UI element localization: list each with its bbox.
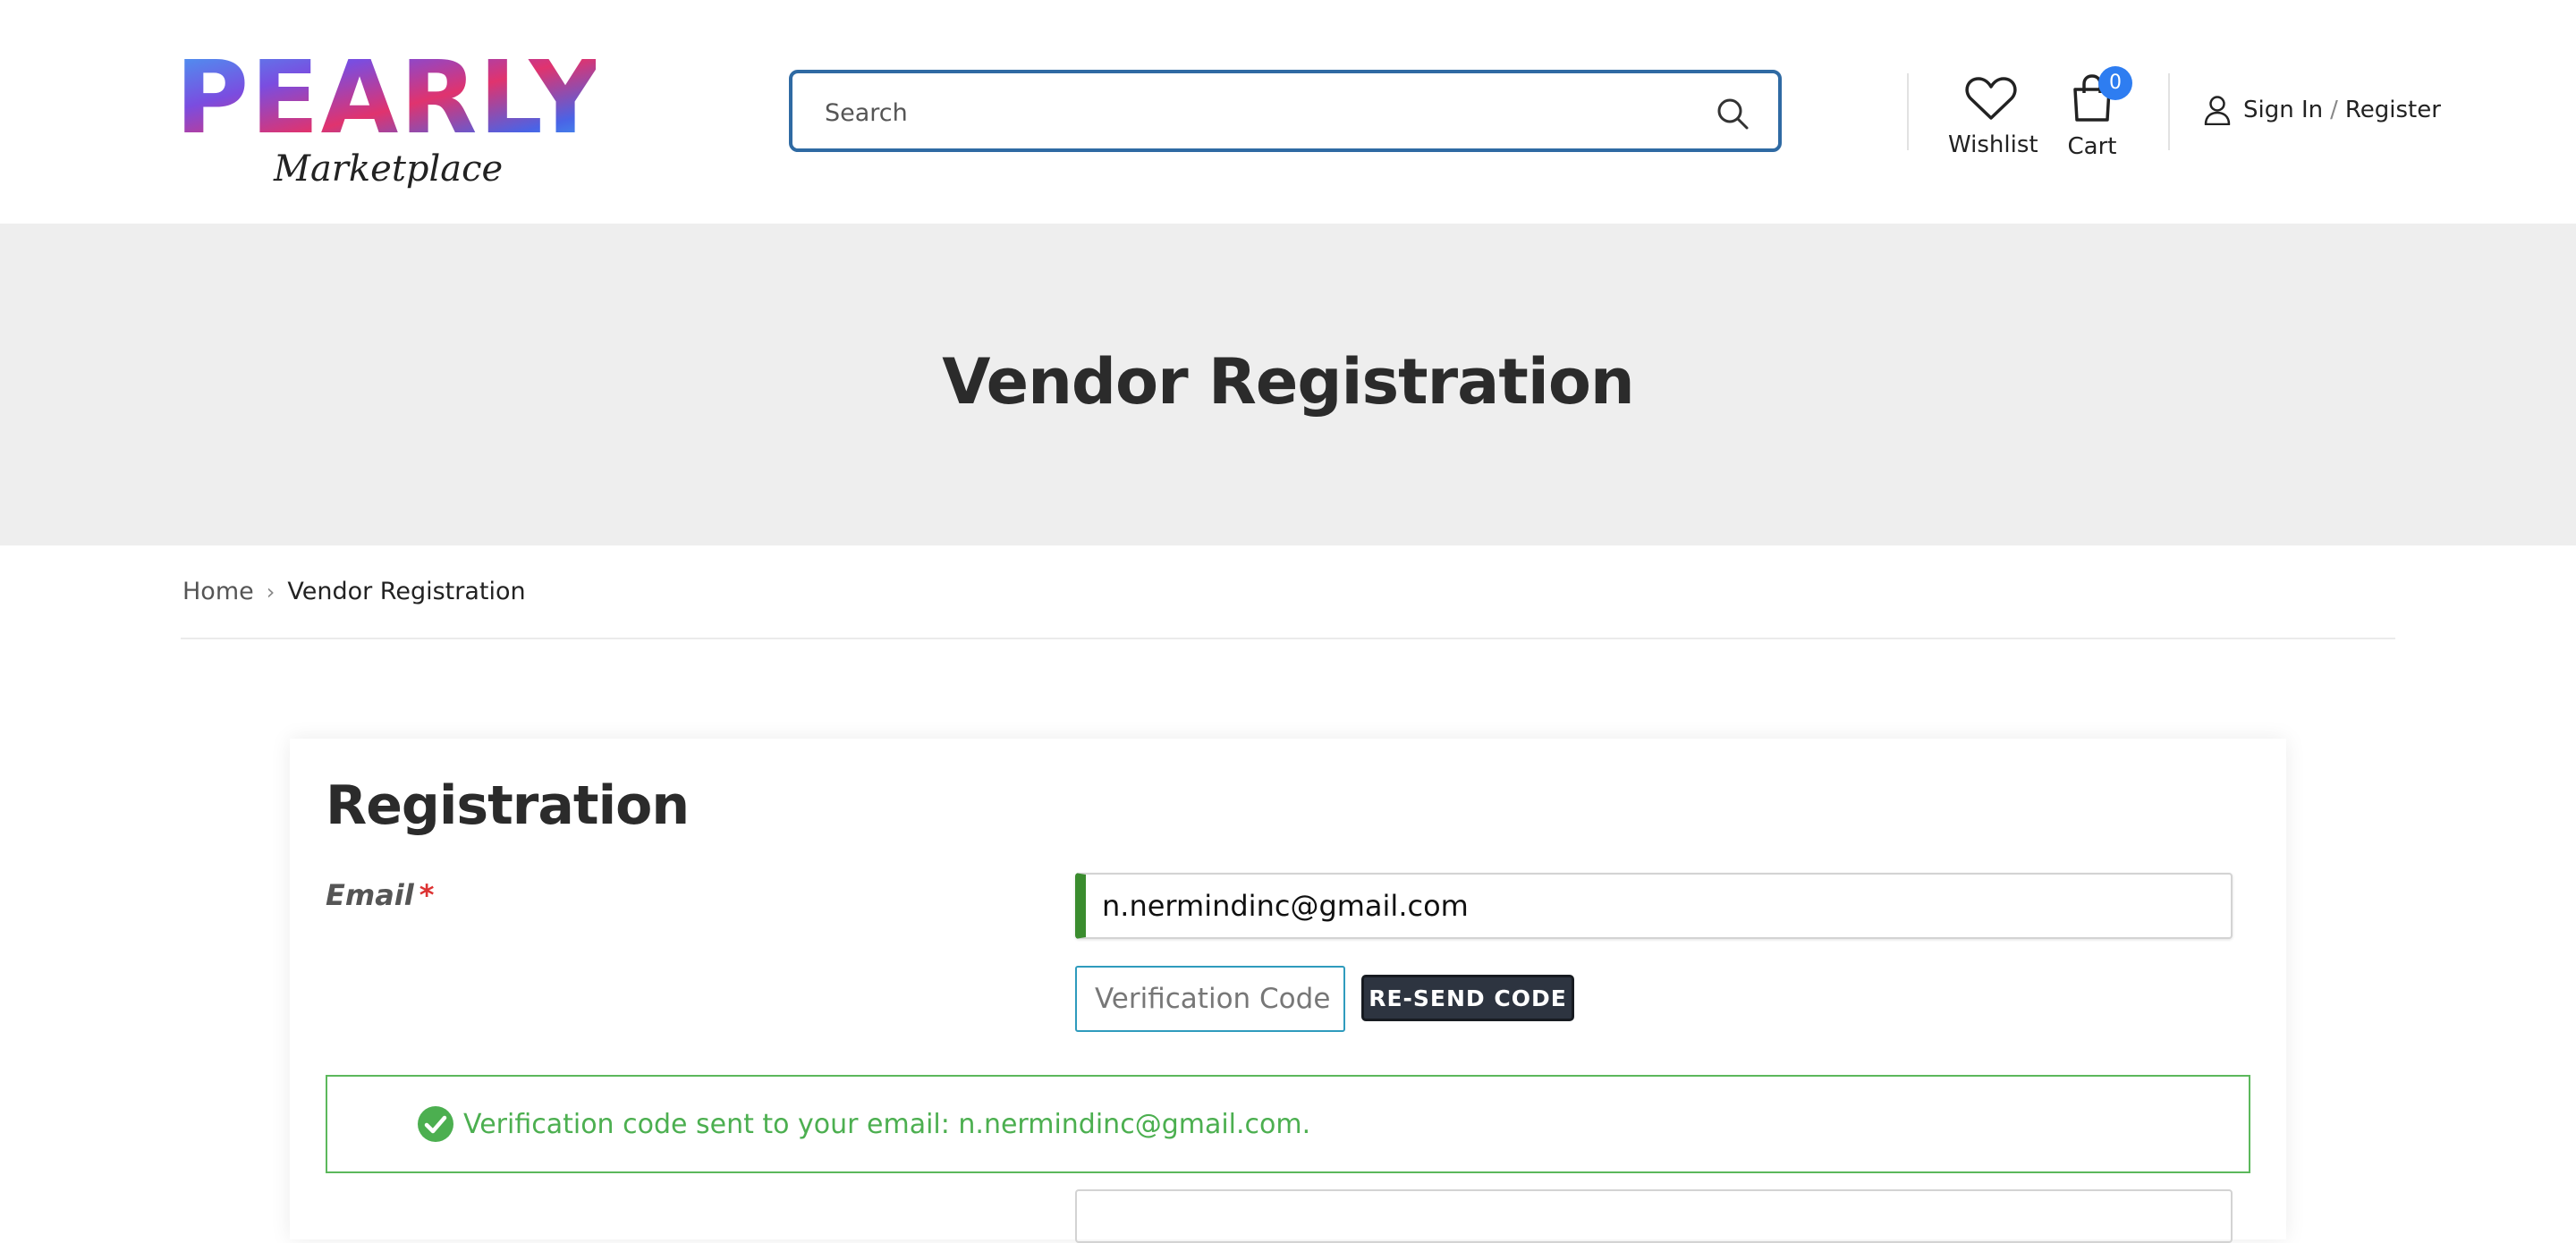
signin-separator: / xyxy=(2330,97,2338,123)
signin-link[interactable]: Sign In xyxy=(2243,97,2323,123)
required-mark: * xyxy=(419,878,435,912)
register-link[interactable]: Register xyxy=(2345,97,2441,123)
heart-icon xyxy=(1965,77,2017,120)
site-logo[interactable]: PEARLY Marketplace xyxy=(175,40,602,190)
success-alert: Verification code sent to your email: n.… xyxy=(326,1075,2250,1173)
registration-card: Registration Email* RE-SEND CODE Verific… xyxy=(290,739,2286,1243)
svg-text:PEARLY: PEARLY xyxy=(175,47,596,156)
breadcrumb-home[interactable]: Home xyxy=(182,578,254,605)
wishlist-label: Wishlist xyxy=(1948,131,2038,158)
wishlist-link[interactable]: Wishlist xyxy=(1948,75,2038,158)
page-banner: Vendor Registration xyxy=(0,224,2576,545)
breadcrumb-divider xyxy=(181,638,2395,639)
search-icon[interactable] xyxy=(1716,97,1750,131)
registration-heading: Registration xyxy=(326,774,690,837)
verification-code-input[interactable] xyxy=(1075,966,1345,1032)
cart-label: Cart xyxy=(2067,133,2117,160)
chevron-right-icon: › xyxy=(266,579,275,605)
success-message: Verification code sent to your email: n.… xyxy=(463,1109,1311,1140)
site-header: PEARLY Marketplace Wishlist Cart 0 Sign … xyxy=(0,0,2576,224)
next-field[interactable] xyxy=(1075,1189,2233,1243)
page-title: Vendor Registration xyxy=(942,345,1635,419)
email-label: Email * xyxy=(326,878,434,912)
search-input[interactable] xyxy=(825,93,1683,132)
email-field[interactable] xyxy=(1075,873,2233,939)
account-links: Sign In / Register xyxy=(2204,95,2441,125)
pearly-logo-icon: PEARLY Marketplace xyxy=(175,40,602,190)
check-circle-icon xyxy=(418,1106,453,1142)
cart-count-badge: 0 xyxy=(2098,66,2132,100)
header-divider xyxy=(2168,73,2170,150)
breadcrumb-current: Vendor Registration xyxy=(287,578,526,605)
breadcrumb: Home › Vendor Registration xyxy=(182,578,526,605)
search-box xyxy=(789,70,1782,152)
svg-text:Marketplace: Marketplace xyxy=(273,148,503,190)
user-icon xyxy=(2204,96,2231,125)
resend-code-button[interactable]: RE-SEND CODE xyxy=(1361,975,1574,1021)
header-divider xyxy=(1907,73,1909,150)
email-label-text: Email xyxy=(326,878,414,912)
